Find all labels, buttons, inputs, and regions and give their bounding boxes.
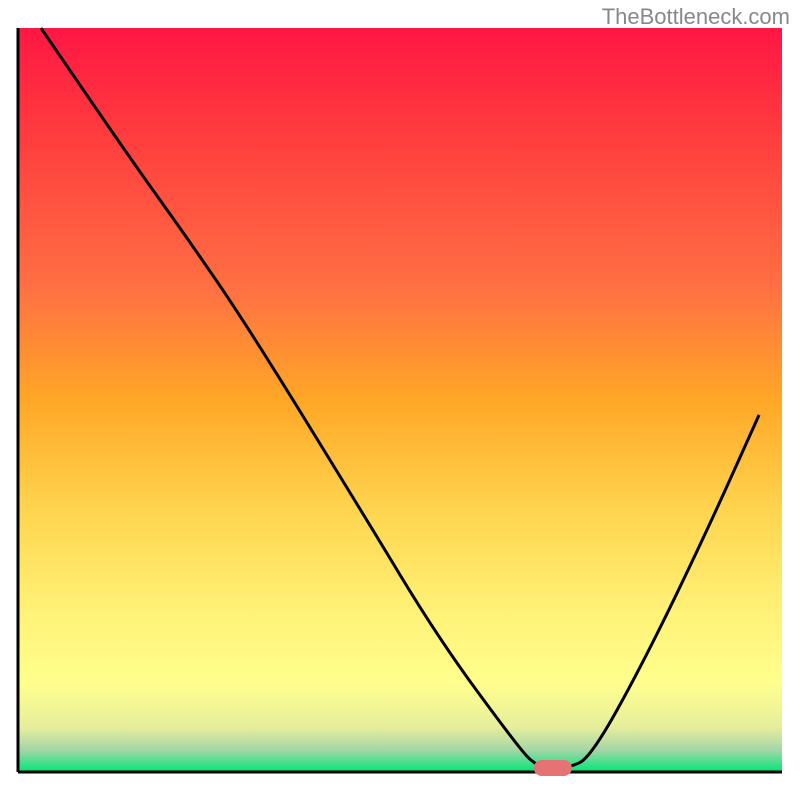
watermark-text: TheBottleneck.com xyxy=(602,4,790,30)
plot-background xyxy=(18,28,782,772)
chart-container: TheBottleneck.com xyxy=(0,0,800,800)
optimal-marker xyxy=(534,760,572,776)
chart-svg xyxy=(0,0,800,800)
